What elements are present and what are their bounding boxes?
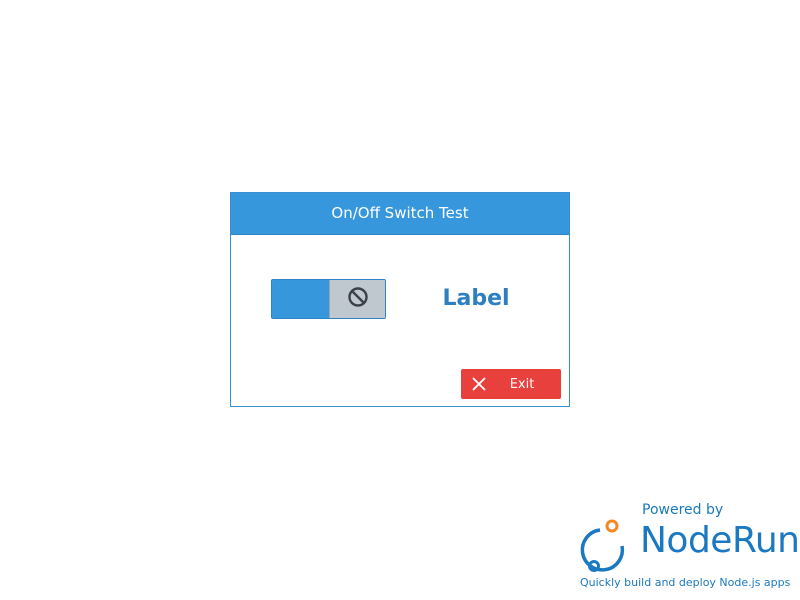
switch-on-track — [272, 280, 329, 318]
brand-tagline: Quickly build and deploy Node.js apps — [580, 576, 791, 589]
exit-button[interactable]: Exit — [461, 369, 561, 399]
exit-label: Exit — [509, 376, 535, 392]
noderun-branding[interactable]: Powered by NodeRun Quickly build and dep… — [570, 500, 800, 596]
on-off-switch[interactable] — [271, 279, 386, 319]
noderun-name: NodeRun — [640, 520, 800, 561]
close-icon — [461, 369, 497, 399]
noderun-logo-icon — [578, 516, 628, 574]
switch-test-dialog: On/Off Switch Test Label Exit — [230, 192, 570, 407]
switch-label: Label — [442, 286, 510, 311]
page: On/Off Switch Test Label Exit Powered by… — [0, 0, 800, 600]
powered-by-text: Powered by — [642, 502, 724, 518]
dialog-title: On/Off Switch Test — [231, 193, 569, 235]
ban-icon — [347, 286, 369, 312]
switch-knob[interactable] — [329, 280, 385, 318]
